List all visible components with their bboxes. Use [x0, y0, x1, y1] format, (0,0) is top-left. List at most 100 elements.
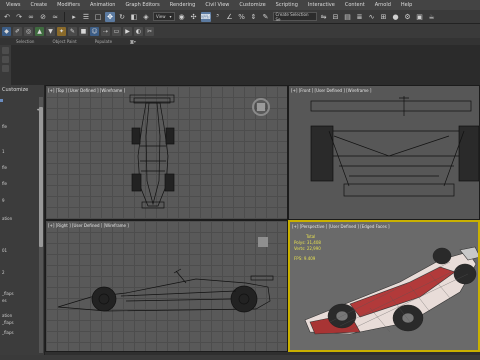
idle-area-icon[interactable]: ▭: [112, 26, 121, 36]
selection-tool-icon[interactable]: ◆: [2, 26, 11, 36]
reference-coordinate-value: View: [156, 14, 166, 19]
command-item[interactable]: ation: [2, 313, 12, 318]
ribbon-empty-area: [11, 45, 480, 85]
unlink-icon[interactable]: ⊘: [38, 12, 48, 22]
menu-modifiers[interactable]: Modifiers: [57, 2, 80, 8]
object-paint-icon[interactable]: ✦: [57, 26, 66, 36]
viewport-right[interactable]: [+] [Right ] [User Defined ] [Wireframe …: [45, 220, 288, 352]
rectangular-selection-icon[interactable]: □: [93, 12, 103, 22]
menu-content[interactable]: Content: [345, 2, 365, 8]
modifier-swatch: [0, 99, 3, 102]
snaps-toggle-icon[interactable]: ³: [213, 12, 223, 22]
redo-icon[interactable]: ↷: [14, 12, 24, 22]
modeling-ribbon: ◆ ✐ ◎ ▲ ▼ ✦ ✎ ■ ☺ ⇢ ▭ ▶ ◐ ✂: [0, 24, 480, 38]
render-setup-icon[interactable]: ⚙: [403, 12, 413, 22]
command-number: 01: [2, 248, 8, 253]
ribbon-panel-labels: Selection Object Paint Populate ◙▾: [0, 38, 480, 45]
menu-rendering[interactable]: Rendering: [170, 2, 196, 8]
main-toolbar: ↶ ↷ ∞ ⊘ ≈ ▸ ☰ □ ✥ ↻ ◧ ◈ View ▾ ◉ ✣ ⌨ ³ ∠…: [0, 10, 480, 24]
scene-explorer-icon[interactable]: [2, 56, 9, 63]
toggle-layer-explorer-icon[interactable]: ≣: [355, 12, 365, 22]
percent-snap-icon[interactable]: %: [237, 12, 247, 22]
command-panel: Customize ⌖ fle 1 fle fle 9 ation 01 2 _…: [0, 85, 45, 355]
layer-icon[interactable]: [2, 47, 9, 54]
flow-icon[interactable]: ⇢: [101, 26, 110, 36]
command-item[interactable]: fle: [2, 124, 7, 129]
ribbon-tab-populate[interactable]: Populate: [95, 39, 112, 44]
toggle-scene-explorer-icon[interactable]: ▤: [343, 12, 353, 22]
link-icon[interactable]: ∞: [26, 12, 36, 22]
viewcube-icon[interactable]: [252, 98, 270, 116]
time-slider[interactable]: [0, 355, 480, 360]
spinner-snap-icon[interactable]: ⇕: [249, 12, 259, 22]
command-item[interactable]: _flaps: [2, 291, 14, 296]
command-item[interactable]: fle: [2, 181, 7, 186]
material-editor-icon[interactable]: ●: [391, 12, 401, 22]
3dsmax-window: Views Create Modifiers Animation Graph E…: [0, 0, 480, 360]
rendered-frame-window-icon[interactable]: ▣: [415, 12, 425, 22]
render-production-icon[interactable]: ☕: [427, 12, 437, 22]
menu-create[interactable]: Create: [30, 2, 47, 8]
command-panel-scrollbar[interactable]: [39, 97, 43, 353]
undo-icon[interactable]: ↶: [2, 12, 12, 22]
grow-icon[interactable]: ▲: [35, 26, 44, 36]
ribbon-options-icon[interactable]: ◙▾: [130, 39, 136, 44]
bind-space-warp-icon[interactable]: ≈: [50, 12, 60, 22]
named-selection-sets-value: Create Selection Se: [275, 11, 309, 22]
keyboard-shortcut-override-icon[interactable]: ⌨: [200, 11, 211, 22]
menu-arnold[interactable]: Arnold: [375, 2, 391, 8]
menu-views[interactable]: Views: [6, 2, 20, 8]
curve-editor-icon[interactable]: ∿: [367, 12, 377, 22]
menu-civil-view[interactable]: Civil View: [205, 2, 229, 8]
menu-help[interactable]: Help: [401, 2, 412, 8]
edit-selected-icon[interactable]: ✂: [145, 26, 154, 36]
pivot-center-icon[interactable]: ◉: [177, 12, 187, 22]
angle-snap-icon[interactable]: ∠: [225, 12, 235, 22]
command-item[interactable]: fle: [2, 165, 7, 170]
command-item[interactable]: _flaps: [2, 330, 14, 335]
command-panel-header: Customize: [0, 85, 44, 95]
menu-bar: Views Create Modifiers Animation Graph E…: [0, 0, 480, 10]
loop-icon[interactable]: ◎: [24, 26, 33, 36]
menu-customize[interactable]: Customize: [239, 2, 265, 8]
select-manipulate-icon[interactable]: ✣: [189, 12, 199, 22]
fill-icon[interactable]: ■: [79, 26, 88, 36]
ribbon-tab-selection[interactable]: Selection: [16, 39, 34, 44]
ribbon-tab-object-paint[interactable]: Object Paint: [52, 39, 76, 44]
schematic-view-icon[interactable]: ⊞: [379, 12, 389, 22]
menu-interactive[interactable]: Interactive: [308, 2, 335, 8]
edit-named-selection-icon[interactable]: ✎: [261, 12, 271, 22]
shrink-icon[interactable]: ▼: [46, 26, 55, 36]
filter-icon[interactable]: [2, 65, 9, 72]
simulate-icon[interactable]: ▶: [123, 26, 132, 36]
command-item[interactable]: _flaps: [2, 320, 14, 325]
display-icon[interactable]: ◐: [134, 26, 143, 36]
toolbar-separator: [64, 11, 65, 22]
viewport-top[interactable]: [+] [Top ] [User Defined ] [Wireframe ]: [45, 85, 288, 220]
select-scale-icon[interactable]: ◧: [129, 12, 139, 22]
command-item[interactable]: ation: [2, 216, 12, 221]
car-wireframe-side: [57, 268, 274, 313]
mirror-icon[interactable]: ⇋: [319, 12, 329, 22]
menu-animation[interactable]: Animation: [90, 2, 116, 8]
scrollbar-thumb[interactable]: [39, 107, 43, 247]
command-number: 1: [2, 149, 5, 154]
menu-scripting[interactable]: Scripting: [276, 2, 298, 8]
viewport-perspective[interactable]: [+] [Perspective ] [User Defined ] [Edge…: [288, 220, 480, 352]
select-by-name-icon[interactable]: ☰: [81, 12, 91, 22]
select-rotate-icon[interactable]: ↻: [117, 12, 127, 22]
named-selection-sets-dropdown[interactable]: Create Selection Se: [272, 11, 317, 22]
align-icon[interactable]: ⊟: [331, 12, 341, 22]
reference-coordinate-dropdown[interactable]: View ▾: [153, 12, 175, 21]
command-item[interactable]: es: [2, 298, 7, 303]
paint-selection-icon[interactable]: ✐: [13, 26, 22, 36]
menu-graph-editors[interactable]: Graph Editors: [125, 2, 159, 8]
placement-icon[interactable]: ◈: [141, 12, 151, 22]
populate-icon[interactable]: ☺: [90, 26, 99, 36]
select-object-icon[interactable]: ▸: [69, 12, 79, 22]
select-move-icon[interactable]: ✥: [105, 11, 115, 22]
paint-brush-icon[interactable]: ✎: [68, 26, 77, 36]
left-toolbar: [0, 45, 11, 85]
viewcube-icon[interactable]: [258, 237, 268, 247]
viewport-front[interactable]: [+] [Front ] [User Defined ] [Wireframe …: [288, 85, 480, 220]
